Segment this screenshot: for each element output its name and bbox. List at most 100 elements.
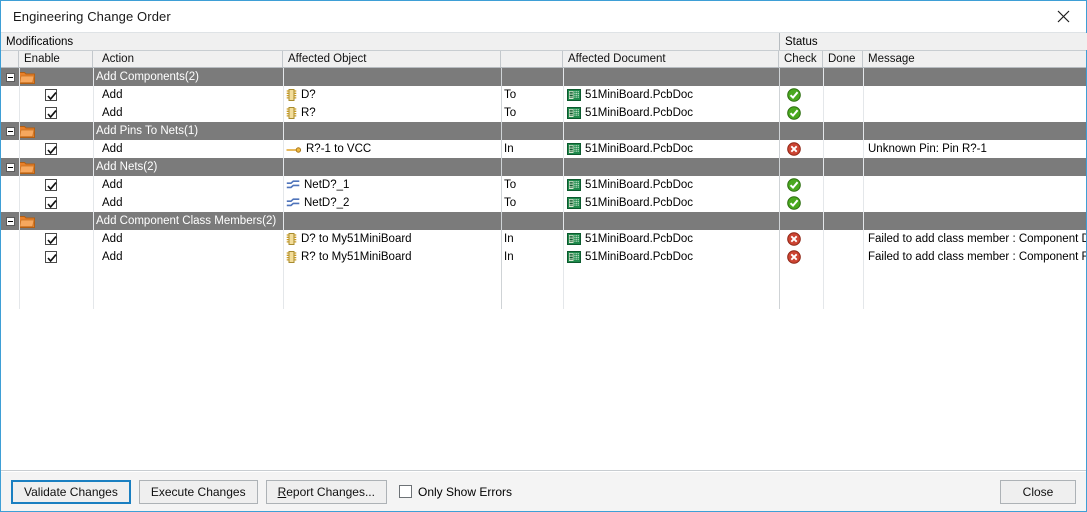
- column-header-message[interactable]: Message: [863, 51, 1086, 67]
- table-row[interactable]: Add R? To 51MiniBoard.PcbDoc: [1, 104, 1086, 122]
- action-cell: Add: [102, 143, 123, 155]
- table-row[interactable]: Add R?-1 to VCC In 51MiniBoard.PcbDoc Unknow…: [1, 140, 1086, 158]
- column-header-check[interactable]: Check: [779, 51, 823, 67]
- only-show-errors-box: [398, 485, 412, 498]
- group-label: Add Nets(2): [96, 161, 158, 173]
- execute-changes-button[interactable]: Execute Changes: [138, 479, 258, 504]
- pcb-document-icon: [567, 143, 581, 158]
- validate-changes-button[interactable]: Validate Changes: [11, 479, 131, 504]
- action-cell: Add: [102, 107, 123, 119]
- status-group-header: Status: [779, 33, 1087, 50]
- affected-document-cell: 51MiniBoard.PcbDoc: [563, 230, 779, 248]
- check-mark-icon: [47, 200, 57, 209]
- action-cell: Add: [102, 89, 123, 101]
- table-row[interactable]: Add R? to My51MiniBoard In 51MiniBoard.PcbD…: [1, 248, 1086, 266]
- pcb-document-icon: [567, 233, 581, 248]
- column-header-enable[interactable]: Enable: [19, 51, 93, 67]
- pcb-document-icon: [567, 251, 581, 266]
- status-group-label: Status: [785, 35, 818, 48]
- status-ok-icon: [787, 178, 801, 192]
- enable-checkbox[interactable]: [45, 107, 57, 119]
- action-cell: Add: [102, 251, 123, 263]
- column-header-affected-document[interactable]: Affected Document: [563, 51, 779, 67]
- report-changes-button[interactable]: Report Changes...: [265, 479, 387, 504]
- column-header-to[interactable]: [501, 51, 563, 67]
- done-status-cell: [823, 230, 863, 248]
- affected-object-cell: R?-1 to VCC: [283, 140, 501, 158]
- enable-checkbox[interactable]: [45, 179, 57, 191]
- column-separator: [19, 68, 20, 309]
- group-row[interactable]: Add Pins To Nets(1): [1, 122, 1086, 140]
- column-separator: [779, 68, 780, 309]
- affected-object-cell: D? to My51MiniBoard: [283, 230, 501, 248]
- column-header-enable-label: Enable: [24, 53, 60, 65]
- engineering-change-order-dialog: Engineering Change Order Modifications S…: [0, 0, 1087, 512]
- status-error-icon: [787, 142, 801, 156]
- group-expander[interactable]: [6, 217, 15, 226]
- grid-header: Enable Action Affected Object Affected D…: [1, 51, 1086, 68]
- report-changes-label: eport Changes...: [286, 484, 375, 499]
- folder-icon: [19, 162, 35, 174]
- group-label: Add Pins To Nets(1): [96, 125, 199, 137]
- close-icon[interactable]: [1040, 2, 1086, 32]
- relation-cell: In: [504, 233, 514, 245]
- enable-checkbox[interactable]: [45, 89, 57, 101]
- group-expander[interactable]: [6, 163, 15, 172]
- check-status-cell: [779, 230, 823, 248]
- check-mark-icon: [47, 92, 57, 101]
- relation-cell: To: [504, 89, 517, 101]
- status-ok-icon: [787, 88, 801, 102]
- check-mark-icon: [47, 146, 57, 155]
- group-row[interactable]: Add Components(2): [1, 68, 1086, 86]
- table-row[interactable]: Add D? To 51MiniBoard.PcbDoc: [1, 86, 1086, 104]
- column-header-expand[interactable]: [1, 51, 19, 67]
- group-expander[interactable]: [6, 127, 15, 136]
- relation-cell: In: [504, 251, 514, 263]
- message-cell: [863, 86, 1086, 104]
- component-icon: [286, 89, 297, 104]
- message-cell: Failed to add class member : Component D: [868, 233, 1086, 245]
- affected-document-cell: 51MiniBoard.PcbDoc: [563, 140, 779, 158]
- relation-cell: To: [504, 107, 517, 119]
- group-expander[interactable]: [6, 73, 15, 82]
- table-row[interactable]: Add NetD?_1 To 51MiniBoard.PcbDoc: [1, 176, 1086, 194]
- column-separator: [863, 68, 864, 309]
- message-cell: [863, 104, 1086, 122]
- only-show-errors-checkbox[interactable]: Only Show Errors: [398, 485, 512, 499]
- enable-checkbox[interactable]: [45, 197, 57, 209]
- column-header-action[interactable]: Action: [93, 51, 283, 67]
- enable-checkbox[interactable]: [45, 233, 57, 245]
- column-header-message-label: Message: [868, 53, 915, 65]
- check-mark-icon: [47, 236, 57, 245]
- enable-checkbox[interactable]: [45, 251, 57, 263]
- enable-checkbox[interactable]: [45, 143, 57, 155]
- group-row[interactable]: Add Nets(2): [1, 158, 1086, 176]
- check-status-cell: [779, 86, 823, 104]
- table-row[interactable]: Add D? to My51MiniBoard In 51MiniBoard.PcbD…: [1, 230, 1086, 248]
- column-separator: [501, 68, 502, 309]
- pcb-document-icon: [567, 197, 581, 212]
- done-status-cell: [823, 140, 863, 158]
- title-bar: Engineering Change Order: [1, 1, 1086, 33]
- affected-object-cell: R? to My51MiniBoard: [283, 248, 501, 266]
- column-separator: [283, 68, 284, 309]
- status-error-icon: [787, 250, 801, 264]
- report-changes-accelerator: R: [277, 484, 287, 499]
- check-status-cell: [779, 248, 823, 266]
- group-row[interactable]: Add Component Class Members(2): [1, 212, 1086, 230]
- column-header-affected-object-label: Affected Object: [288, 53, 367, 65]
- column-separator: [93, 68, 94, 309]
- column-header-affected-object[interactable]: Affected Object: [283, 51, 501, 67]
- folder-icon: [19, 126, 35, 138]
- done-status-cell: [823, 86, 863, 104]
- affected-document-cell: 51MiniBoard.PcbDoc: [563, 176, 779, 194]
- pcb-document-icon: [567, 179, 581, 194]
- close-button[interactable]: Close: [1000, 479, 1076, 504]
- message-cell: [863, 194, 1086, 212]
- modifications-label: Modifications: [6, 35, 74, 48]
- modifications-bar: Modifications Status: [1, 33, 1087, 51]
- status-ok-icon: [787, 106, 801, 120]
- column-header-done[interactable]: Done: [823, 51, 863, 67]
- modifications-grid: Enable Action Affected Object Affected D…: [1, 51, 1086, 471]
- table-row[interactable]: Add NetD?_2 To 51MiniBoard.PcbDoc: [1, 194, 1086, 212]
